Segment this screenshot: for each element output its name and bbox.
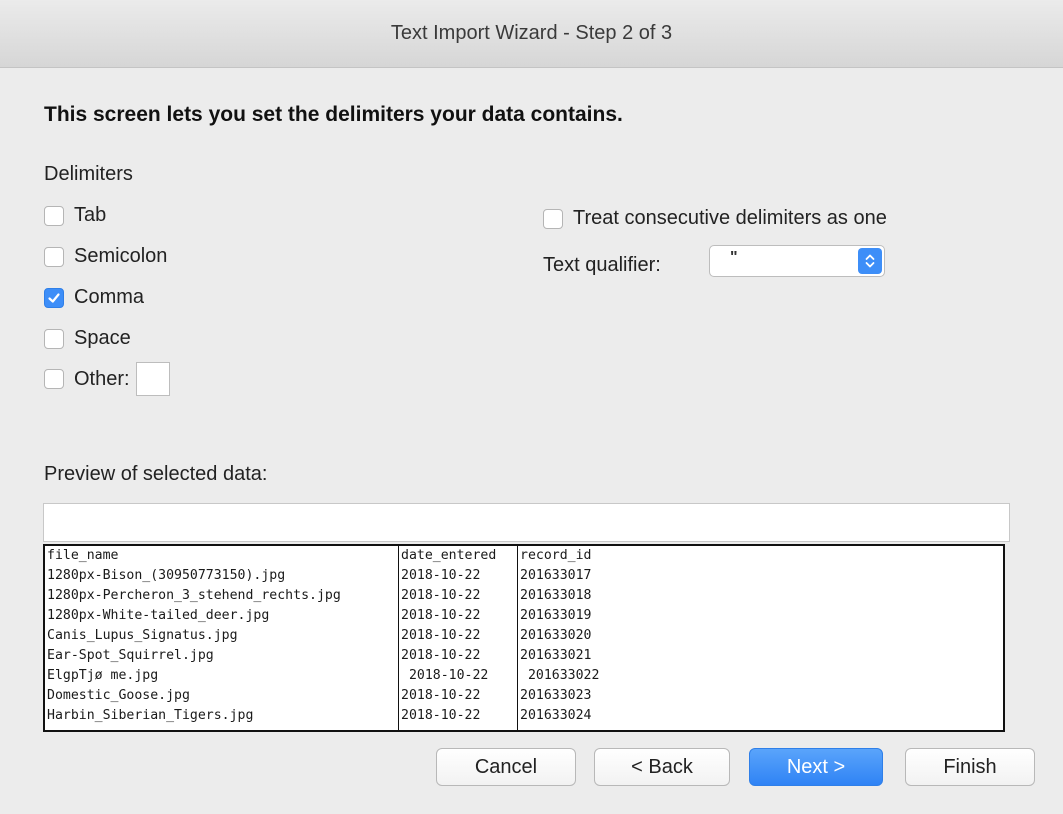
up-down-chevron-icon[interactable] (858, 248, 882, 274)
comma-checkbox[interactable] (44, 287, 64, 308)
preview-column-1[interactable]: file_name 1280px-Bison_(30950773150).jpg… (45, 546, 399, 730)
preview-cell: 2018-10-22 (401, 648, 481, 663)
consecutive-delimiters-label: Treat consecutive delimiters as one (573, 207, 887, 229)
tab-checkbox[interactable] (44, 205, 64, 226)
preview-cell: 201633024 (520, 708, 592, 723)
preview-cell: 201633021 (520, 648, 592, 663)
preview-cell: date_entered (401, 548, 497, 563)
consecutive-checkbox-row[interactable]: Treat consecutive delimiters as one (543, 207, 887, 230)
preview-cell: ElgpTjø me.jpg (47, 668, 159, 683)
text-qualifier-select[interactable]: " (709, 245, 885, 277)
preview-cell: 2018-10-22 (401, 708, 481, 723)
preview-cell: 201633019 (520, 608, 592, 623)
preview-header-area (43, 503, 1010, 542)
comma-checkbox-label: Comma (74, 286, 145, 308)
text-qualifier-label: Text qualifier: (543, 254, 661, 276)
preview-cell: 1280px-Bison_(30950773150).jpg (47, 568, 286, 583)
back-button[interactable]: < Back (594, 748, 730, 786)
preview-cell: 2018-10-22 (401, 568, 481, 583)
preview-cell: 201633020 (520, 628, 592, 643)
space-checkbox-label: Space (74, 327, 131, 349)
semicolon-checkbox-row[interactable]: Semicolon (44, 245, 167, 268)
preview-column-3[interactable]: record_id 201633017 201633018 201633019 … (518, 546, 998, 730)
other-checkbox[interactable] (44, 369, 64, 389)
space-checkbox-row[interactable]: Space (44, 327, 131, 350)
preview-cell: 201633022 (520, 668, 600, 683)
preview-cell: file_name (47, 548, 119, 563)
preview-cell: 1280px-Percheron_3_stehend_rechts.jpg (47, 588, 341, 603)
finish-button[interactable]: Finish (905, 748, 1035, 786)
preview-cell: 201633023 (520, 688, 592, 703)
semicolon-checkbox-label: Semicolon (74, 245, 168, 267)
consecutive-delimiters-checkbox[interactable] (543, 208, 563, 229)
semicolon-checkbox[interactable] (44, 246, 64, 267)
window-title-bar: Text Import Wizard - Step 2 of 3 (0, 0, 1063, 68)
preview-cell: 2018-10-22 (401, 628, 481, 643)
checkmark-icon (48, 292, 60, 303)
next-button[interactable]: Next > (749, 748, 883, 786)
preview-label: Preview of selected data: (44, 463, 268, 485)
preview-cell: Canis_Lupus_Signatus.jpg (47, 628, 238, 643)
window-title: Text Import Wizard - Step 2 of 3 (390, 22, 673, 44)
preview-cell: 1280px-White-tailed_deer.jpg (47, 608, 270, 623)
cancel-button[interactable]: Cancel (436, 748, 576, 786)
other-checkbox-row[interactable]: Other: (44, 362, 170, 396)
other-checkbox-label: Other: (74, 367, 130, 390)
space-checkbox[interactable] (44, 328, 64, 349)
data-preview-table[interactable]: file_name 1280px-Bison_(30950773150).jpg… (43, 544, 1005, 732)
preview-column-2[interactable]: date_entered 2018-10-22 2018-10-22 2018-… (399, 546, 518, 730)
preview-cell: Ear-Spot_Squirrel.jpg (47, 648, 214, 663)
text-qualifier-value: " (730, 249, 738, 266)
preview-cell: 2018-10-22 (401, 668, 489, 683)
preview-cell: record_id (520, 548, 592, 563)
preview-cell: 201633018 (520, 588, 592, 603)
tab-checkbox-label: Tab (74, 204, 107, 226)
preview-cell: 2018-10-22 (401, 688, 481, 703)
preview-cell: 2018-10-22 (401, 608, 481, 623)
instruction-heading: This screen lets you set the delimiters … (44, 103, 623, 126)
other-delimiter-input[interactable] (135, 362, 170, 396)
preview-cell: 2018-10-22 (401, 588, 481, 603)
comma-checkbox-row[interactable]: Comma (44, 286, 144, 309)
preview-cell: 201633017 (520, 568, 592, 583)
delimiters-label: Delimiters (44, 163, 133, 185)
preview-cell: Harbin_Siberian_Tigers.jpg (47, 708, 254, 723)
tab-checkbox-row[interactable]: Tab (44, 204, 106, 227)
preview-cell: Domestic_Goose.jpg (47, 688, 190, 703)
